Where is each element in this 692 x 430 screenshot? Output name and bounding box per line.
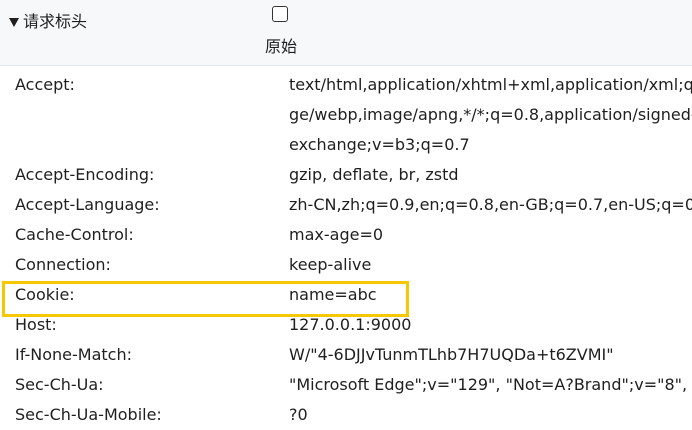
raw-checkbox[interactable] <box>272 6 288 22</box>
header-value: W/"4-6DJJvTunmTLhb7H7UQDa+t6ZVMI" <box>289 340 692 370</box>
header-value-line: exchange;v=b3;q=0.7 <box>289 135 470 154</box>
header-value: ?0 <box>289 400 692 430</box>
header-row-accept-language: Accept-Language: zh-CN,zh;q=0.9,en;q=0.8… <box>0 190 692 220</box>
header-value-line: text/html,application/xhtml+xml,applicat… <box>289 75 692 94</box>
header-value-line: ?0 <box>289 405 308 424</box>
header-value-line: zh-CN,zh;q=0.9,en;q=0.8,en-GB;q=0.7,en-U… <box>289 195 692 214</box>
header-name: Accept: <box>15 75 75 94</box>
header-value: zh-CN,zh;q=0.9,en;q=0.8,en-GB;q=0.7,en-U… <box>289 190 692 220</box>
header-name: Connection: <box>15 255 111 274</box>
header-value: keep-alive <box>289 250 692 280</box>
header-value: gzip, deflate, br, zstd <box>289 160 692 190</box>
header-value: text/html,application/xhtml+xml,applicat… <box>289 70 692 160</box>
header-row-accept-encoding: Accept-Encoding: gzip, deflate, br, zstd <box>0 160 692 190</box>
header-name: Accept-Encoding: <box>15 165 155 184</box>
header-value-line: "Microsoft Edge";v="129", "Not=A?Brand";… <box>289 375 692 394</box>
header-name: Sec-Ch-Ua-Mobile: <box>15 405 162 424</box>
header-value: "Microsoft Edge";v="129", "Not=A?Brand";… <box>289 370 692 400</box>
header-name: Host: <box>15 315 57 334</box>
header-value-line: keep-alive <box>289 255 372 274</box>
headers-table: Accept: text/html,application/xhtml+xml,… <box>0 70 692 430</box>
header-row-cache-control: Cache-Control: max-age=0 <box>0 220 692 250</box>
header-row-connection: Connection: keep-alive <box>0 250 692 280</box>
header-value-line: gzip, deflate, br, zstd <box>289 165 459 184</box>
section-title: 请求标头 <box>23 12 88 31</box>
header-value-line: W/"4-6DJJvTunmTLhb7H7UQDa+t6ZVMI" <box>289 345 614 364</box>
header-row-host: Host: 127.0.0.1:9000 <box>0 310 692 340</box>
header-row-if-none-match: If-None-Match: W/"4-6DJJvTunmTLhb7H7UQDa… <box>0 340 692 370</box>
header-name: If-None-Match: <box>15 345 132 364</box>
header-value: 127.0.0.1:9000 <box>289 310 692 340</box>
header-value: name=abc <box>289 280 692 310</box>
expand-triangle-icon <box>9 18 19 27</box>
header-name: Cookie: <box>15 285 75 304</box>
header-value-line: ge/webp,image/apng,*/*;q=0.8,application… <box>289 105 692 124</box>
header-row-cookie: Cookie: name=abc <box>0 280 692 310</box>
request-headers-section-header: 请求标头 原始 <box>0 0 692 66</box>
header-value-line: max-age=0 <box>289 225 384 244</box>
raw-label: 原始 <box>265 37 298 56</box>
header-row-sec-ch-ua-mobile: Sec-Ch-Ua-Mobile: ?0 <box>0 400 692 430</box>
header-value: max-age=0 <box>289 220 692 250</box>
header-name: Cache-Control: <box>15 225 134 244</box>
header-name: Accept-Language: <box>15 195 160 214</box>
request-headers-toggle[interactable]: 请求标头 <box>9 11 87 33</box>
header-row-accept: Accept: text/html,application/xhtml+xml,… <box>0 70 692 160</box>
header-row-sec-ch-ua: Sec-Ch-Ua: "Microsoft Edge";v="129", "No… <box>0 370 692 400</box>
header-name: Sec-Ch-Ua: <box>15 375 104 394</box>
header-value-line: 127.0.0.1:9000 <box>289 315 412 334</box>
header-value-line: name=abc <box>289 285 377 304</box>
